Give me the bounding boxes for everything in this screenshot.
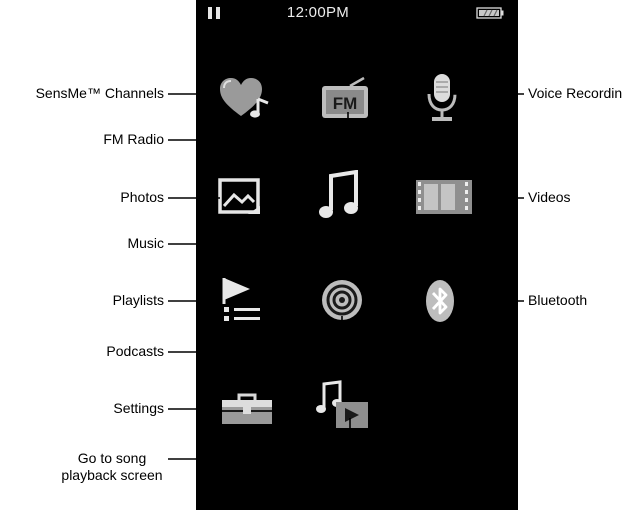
label-playlists: Playlists xyxy=(112,292,164,308)
label-line: playback screen xyxy=(61,467,163,483)
label-music: Music xyxy=(127,235,164,251)
label-bluetooth: Bluetooth xyxy=(528,292,588,308)
label-go-to-song-playback-screen: Go to song playback screen xyxy=(58,450,166,484)
callout-lines xyxy=(168,93,524,460)
label-voice-recording: Voice Recordin xyxy=(528,85,623,101)
label-line: Go to song xyxy=(77,450,147,466)
label-sensme-channels: SensMe™ Channels xyxy=(35,85,164,101)
label-videos: Videos xyxy=(528,189,571,205)
label-photos: Photos xyxy=(120,189,164,205)
label-settings: Settings xyxy=(113,400,164,416)
label-podcasts: Podcasts xyxy=(106,343,164,359)
label-fm-radio: FM Radio xyxy=(103,131,164,147)
